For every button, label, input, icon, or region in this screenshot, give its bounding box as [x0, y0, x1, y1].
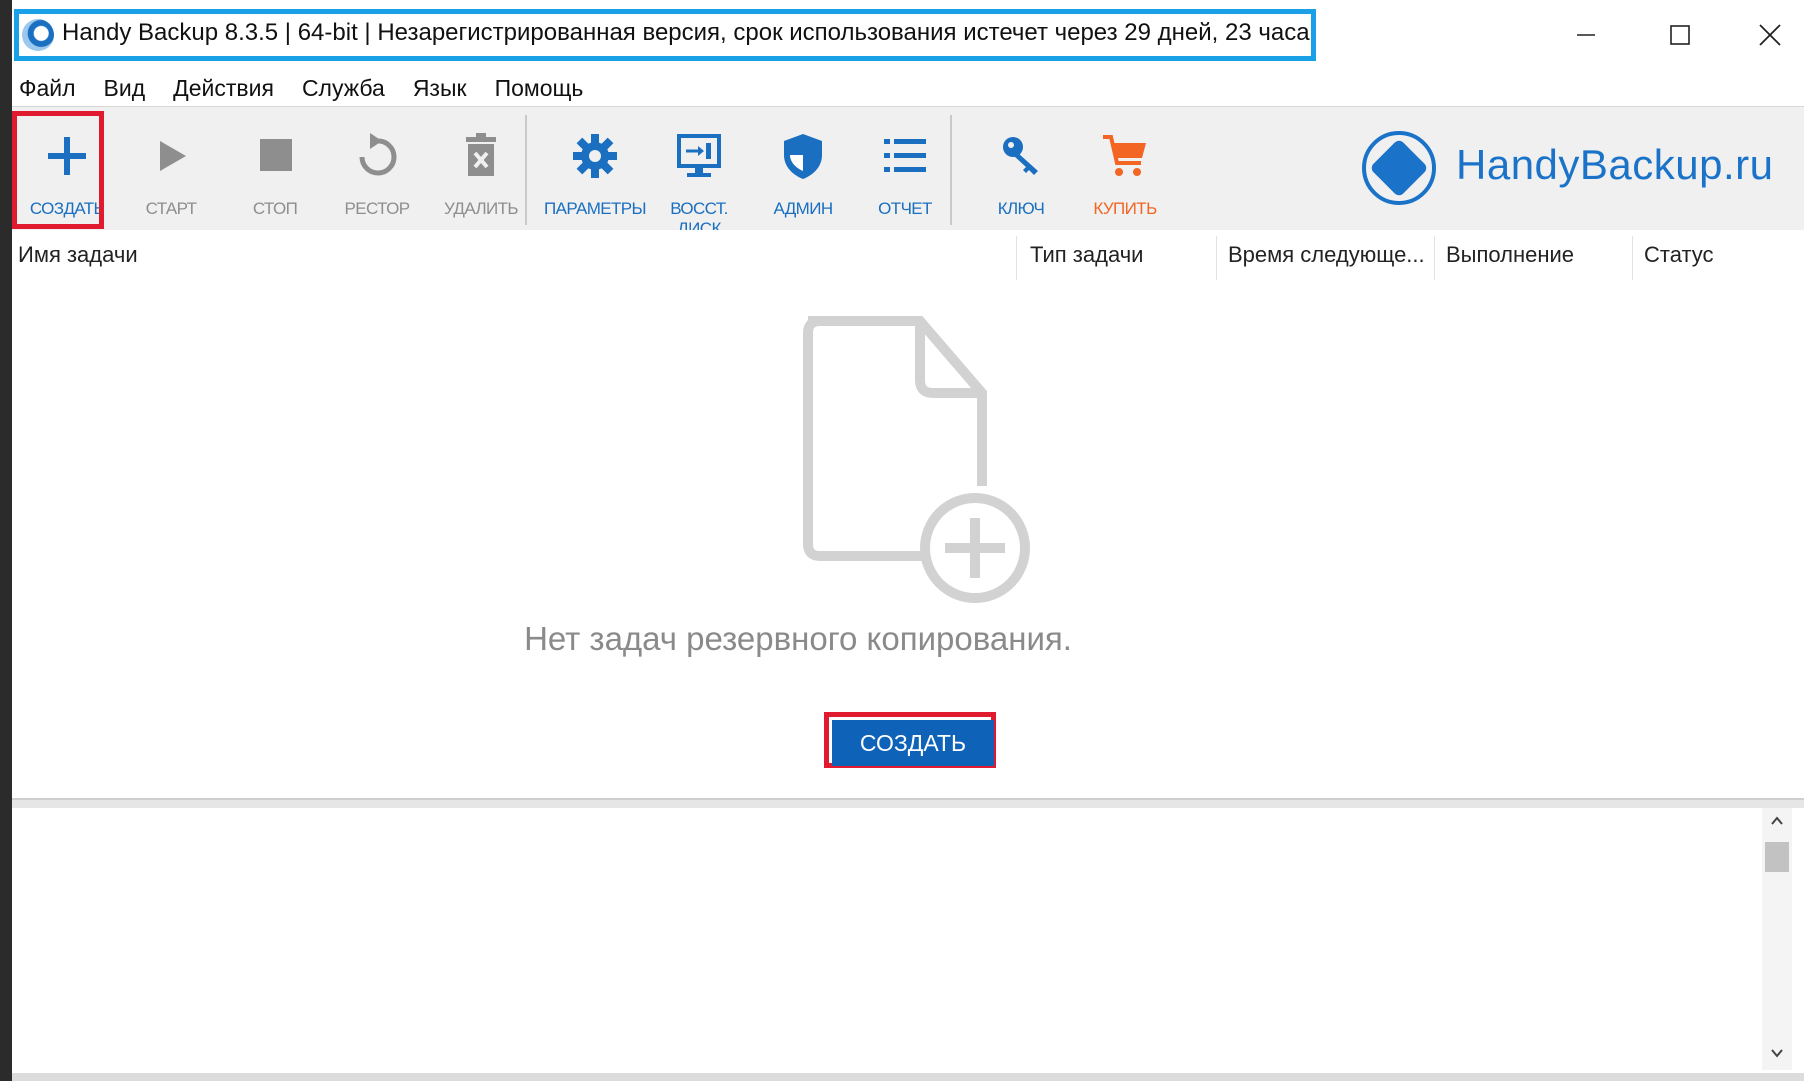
- menu-bar: Файл Вид Действия Служба Язык Помощь: [12, 70, 1804, 106]
- close-button[interactable]: [1730, 10, 1804, 60]
- restore-icon: [359, 133, 397, 176]
- start-label: СТАРТ: [145, 199, 197, 218]
- monitor-restore-icon: [677, 134, 721, 177]
- restore-button[interactable]: РЕСТОР: [326, 113, 428, 225]
- column-divider: [1434, 236, 1435, 280]
- stop-icon: [260, 139, 292, 171]
- logo-text: HandyBackup.ru: [1456, 141, 1774, 188]
- buy-button[interactable]: КУПИТЬ: [1074, 113, 1176, 225]
- scroll-thumb[interactable]: [1765, 842, 1789, 872]
- column-divider: [1016, 236, 1017, 280]
- key-button[interactable]: КЛЮЧ: [970, 113, 1072, 225]
- maximize-icon: [1670, 25, 1690, 45]
- panel-splitter[interactable]: [12, 798, 1804, 808]
- key-label: КЛЮЧ: [997, 199, 1045, 218]
- stop-label: СТОП: [252, 199, 298, 218]
- key-icon: [1003, 137, 1038, 175]
- delete-label: УДАЛИТЬ: [444, 199, 519, 218]
- cart-icon: [1103, 135, 1146, 176]
- menu-view[interactable]: Вид: [90, 75, 160, 102]
- toolbar: СОЗДАТЬ СТАРТ СТОП РЕСТОР УДАЛИТЬ ПАРАМЕ…: [12, 106, 1804, 238]
- restore-label: РЕСТОР: [344, 199, 411, 218]
- logo-circle-icon: [1362, 131, 1436, 205]
- scroll-down-icon[interactable]: [1762, 1040, 1792, 1070]
- empty-state-message: Нет задач резервного копирования.: [12, 620, 1804, 658]
- close-icon: [1759, 24, 1781, 46]
- column-status[interactable]: Статус: [1638, 230, 1798, 280]
- toolbar-separator: [950, 115, 952, 225]
- tasks-table-header: Имя задачи Тип задачи Время следующе... …: [12, 230, 1804, 280]
- toolbar-separator: [525, 115, 527, 225]
- tasks-list-area: Нет задач резервного копирования. СОЗДАТ…: [12, 280, 1804, 800]
- minimize-icon: [1577, 34, 1595, 36]
- parameters-button[interactable]: ПАРАМЕТРЫ: [544, 113, 647, 225]
- app-logo-icon: [22, 19, 54, 51]
- admin-button[interactable]: АДМИН: [752, 113, 854, 225]
- scroll-up-icon[interactable]: [1762, 808, 1792, 838]
- shield-icon: [784, 134, 822, 179]
- column-divider: [1632, 236, 1633, 280]
- list-icon: [884, 139, 926, 172]
- empty-state-text: Нет задач резервного копирования.: [524, 620, 1072, 657]
- maximize-button[interactable]: [1640, 10, 1720, 60]
- restore-disk-button[interactable]: ВОССТ. ДИСК: [648, 113, 750, 238]
- column-task-type[interactable]: Тип задачи: [1024, 230, 1214, 280]
- menu-service[interactable]: Служба: [288, 75, 399, 102]
- status-strip: [12, 1073, 1804, 1081]
- column-next-run-time[interactable]: Время следующе...: [1222, 230, 1432, 280]
- new-document-icon: [803, 316, 1030, 603]
- column-task-name[interactable]: Имя задачи: [12, 230, 1012, 280]
- play-icon: [160, 141, 186, 171]
- report-button[interactable]: ОТЧЕТ: [854, 113, 956, 225]
- buy-label: КУПИТЬ: [1093, 199, 1157, 218]
- log-panel: [12, 808, 1804, 1081]
- create-highlight-frame: [12, 111, 104, 229]
- menu-actions[interactable]: Действия: [159, 75, 288, 102]
- delete-button[interactable]: УДАЛИТЬ: [430, 113, 532, 225]
- column-divider: [1216, 236, 1217, 280]
- gear-icon: [573, 134, 617, 178]
- title-bar[interactable]: Handy Backup 8.3.5 | 64-bit | Незарегист…: [12, 0, 1804, 70]
- app-window: Handy Backup 8.3.5 | 64-bit | Незарегист…: [12, 0, 1804, 1081]
- stop-button[interactable]: СТОП: [224, 113, 326, 225]
- menu-help[interactable]: Помощь: [481, 75, 598, 102]
- minimize-button[interactable]: [1546, 10, 1626, 60]
- parameters-label: ПАРАМЕТРЫ: [544, 199, 647, 218]
- column-execution[interactable]: Выполнение: [1440, 230, 1630, 280]
- menu-file[interactable]: Файл: [12, 75, 90, 102]
- start-button[interactable]: СТАРТ: [120, 113, 222, 225]
- create-task-button[interactable]: СОЗДАТЬ: [832, 720, 994, 766]
- trash-icon: [466, 133, 496, 176]
- report-label: ОТЧЕТ: [878, 199, 932, 218]
- window-title: Handy Backup 8.3.5 | 64-bit | Незарегист…: [62, 19, 1310, 46]
- handybackup-logo: HandyBackup.ru: [1362, 127, 1782, 207]
- menu-language[interactable]: Язык: [399, 75, 481, 102]
- log-scrollbar[interactable]: [1762, 808, 1792, 1070]
- admin-label: АДМИН: [773, 199, 833, 218]
